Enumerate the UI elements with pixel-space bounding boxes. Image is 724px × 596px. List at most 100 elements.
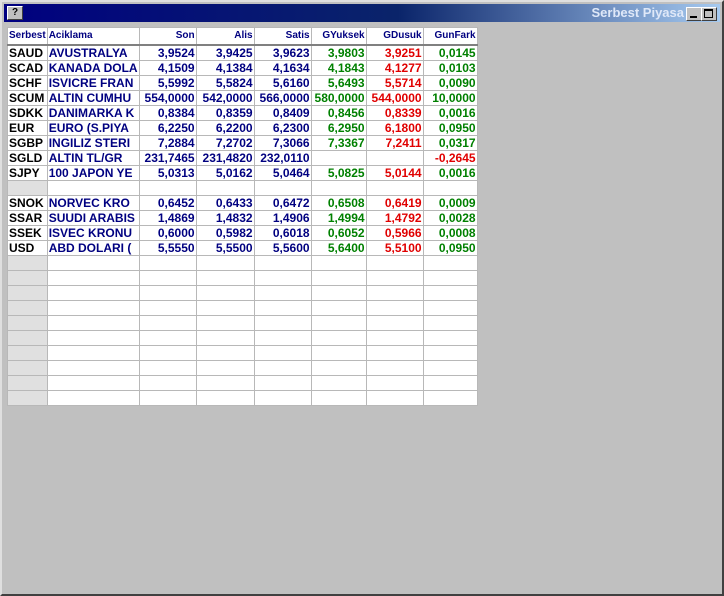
cell-code[interactable]: [7, 255, 48, 271]
cell-gyuksek[interactable]: 5,6493: [310, 75, 367, 91]
cell-alis[interactable]: 4,1384: [195, 60, 255, 76]
cell-satis[interactable]: 5,0464: [253, 165, 312, 181]
cell-description[interactable]: ISVICRE FRAN: [46, 75, 140, 91]
cell-code[interactable]: [7, 285, 48, 301]
cell-gunfark[interactable]: 0,0317: [422, 135, 478, 151]
cell-description[interactable]: EURO (S.PIYA: [46, 120, 140, 136]
cell-gunfark[interactable]: [422, 345, 478, 361]
cell-gunfark[interactable]: 0,0016: [422, 105, 478, 121]
cell-gunfark[interactable]: [422, 255, 478, 271]
cell-satis[interactable]: [253, 360, 312, 376]
minimize-button[interactable]: [686, 7, 702, 21]
cell-gyuksek[interactable]: 0,6508: [310, 195, 367, 211]
cell-gunfark[interactable]: 0,0090: [422, 75, 478, 91]
cell-son[interactable]: [138, 180, 197, 196]
cell-gunfark[interactable]: [422, 315, 478, 331]
cell-gdusuk[interactable]: [365, 180, 424, 196]
cell-gyuksek[interactable]: 580,0000: [310, 90, 367, 106]
cell-alis[interactable]: 5,0162: [195, 165, 255, 181]
cell-gdusuk[interactable]: [365, 255, 424, 271]
cell-description[interactable]: ABD DOLARI (: [46, 240, 140, 256]
cell-gdusuk[interactable]: 544,0000: [365, 90, 424, 106]
cell-son[interactable]: [138, 360, 197, 376]
cell-description[interactable]: [46, 255, 140, 271]
cell-description[interactable]: DANIMARKA K: [46, 105, 140, 121]
cell-gyuksek[interactable]: 0,6052: [310, 225, 367, 241]
cell-description[interactable]: [46, 330, 140, 346]
cell-satis[interactable]: [253, 345, 312, 361]
cell-alis[interactable]: [195, 255, 255, 271]
col-header-gdusuk[interactable]: GDusuk: [365, 27, 424, 46]
cell-gdusuk[interactable]: 5,0144: [365, 165, 424, 181]
table-row[interactable]: SGBP INGILIZ STERI 7,2884 7,2702 7,3066 7,336…: [7, 135, 478, 151]
cell-code[interactable]: USD: [7, 240, 48, 256]
cell-code[interactable]: SDKK: [7, 105, 48, 121]
cell-gyuksek[interactable]: [310, 375, 367, 391]
cell-alis[interactable]: 0,5982: [195, 225, 255, 241]
cell-gyuksek[interactable]: 7,3367: [310, 135, 367, 151]
cell-code[interactable]: [7, 390, 48, 406]
cell-gunfark[interactable]: [422, 390, 478, 406]
cell-code[interactable]: SNOK: [7, 195, 48, 211]
cell-description[interactable]: KANADA DOLA: [46, 60, 140, 76]
cell-gdusuk[interactable]: [365, 345, 424, 361]
cell-alis[interactable]: 7,2702: [195, 135, 255, 151]
cell-gdusuk[interactable]: 3,9251: [365, 44, 424, 61]
cell-gunfark[interactable]: [422, 360, 478, 376]
cell-gunfark[interactable]: -0,2645: [422, 150, 478, 166]
cell-satis[interactable]: 0,8409: [253, 105, 312, 121]
cell-gunfark[interactable]: 0,0103: [422, 60, 478, 76]
col-header-aciklama[interactable]: Aciklama: [46, 27, 140, 46]
col-header-satis[interactable]: Satis: [253, 27, 312, 46]
cell-gyuksek[interactable]: 3,9803: [310, 44, 367, 61]
col-header-alis[interactable]: Alis: [195, 27, 255, 46]
cell-code[interactable]: [7, 315, 48, 331]
cell-satis[interactable]: 0,6018: [253, 225, 312, 241]
cell-son[interactable]: 3,9524: [138, 44, 197, 61]
cell-code[interactable]: EUR: [7, 120, 48, 136]
cell-gdusuk[interactable]: [365, 315, 424, 331]
cell-son[interactable]: 0,6452: [138, 195, 197, 211]
cell-son[interactable]: 0,6000: [138, 225, 197, 241]
cell-code[interactable]: SAUD: [7, 44, 48, 61]
cell-alis[interactable]: [195, 390, 255, 406]
cell-alis[interactable]: 1,4832: [195, 210, 255, 226]
table-row-empty[interactable]: [7, 390, 478, 406]
table-row[interactable]: SGLD ALTIN TL/GR 231,7465 231,4820 232,0110 -…: [7, 150, 478, 166]
cell-gyuksek[interactable]: 0,8456: [310, 105, 367, 121]
table-row[interactable]: EUR EURO (S.PIYA 6,2250 6,2200 6,2300 6,2950 6…: [7, 120, 478, 136]
cell-gyuksek[interactable]: 6,2950: [310, 120, 367, 136]
cell-satis[interactable]: 6,2300: [253, 120, 312, 136]
cell-code[interactable]: [7, 330, 48, 346]
table-row[interactable]: SAUD AVUSTRALYA 3,9524 3,9425 3,9623 3,9803 3,…: [7, 44, 478, 61]
cell-description[interactable]: [46, 285, 140, 301]
cell-description[interactable]: SUUDI ARABIS: [46, 210, 140, 226]
cell-alis[interactable]: 231,4820: [195, 150, 255, 166]
cell-code[interactable]: [7, 375, 48, 391]
cell-satis[interactable]: 1,4906: [253, 210, 312, 226]
table-row-empty[interactable]: [7, 345, 478, 361]
cell-son[interactable]: [138, 375, 197, 391]
col-header-son[interactable]: Son: [138, 27, 197, 46]
cell-gunfark[interactable]: 0,0016: [422, 165, 478, 181]
cell-code[interactable]: [7, 270, 48, 286]
cell-alis[interactable]: [195, 375, 255, 391]
cell-satis[interactable]: [253, 330, 312, 346]
table-row[interactable]: SDKK DANIMARKA K 0,8384 0,8359 0,8409 0,8456 0…: [7, 105, 478, 121]
cell-gdusuk[interactable]: 5,5100: [365, 240, 424, 256]
cell-son[interactable]: 4,1509: [138, 60, 197, 76]
cell-gyuksek[interactable]: [310, 270, 367, 286]
cell-satis[interactable]: 5,6160: [253, 75, 312, 91]
cell-description[interactable]: [46, 360, 140, 376]
cell-code[interactable]: SCAD: [7, 60, 48, 76]
cell-code[interactable]: [7, 300, 48, 316]
cell-description[interactable]: 100 JAPON YE: [46, 165, 140, 181]
cell-alis[interactable]: 5,5500: [195, 240, 255, 256]
cell-description[interactable]: NORVEC KRO: [46, 195, 140, 211]
table-row-empty[interactable]: [7, 315, 478, 331]
table-row[interactable]: SNOK NORVEC KRO 0,6452 0,6433 0,6472 0,6508 0,…: [7, 195, 478, 211]
cell-satis[interactable]: [253, 390, 312, 406]
cell-satis[interactable]: [253, 255, 312, 271]
cell-alis[interactable]: [195, 330, 255, 346]
cell-gunfark[interactable]: 0,0028: [422, 210, 478, 226]
